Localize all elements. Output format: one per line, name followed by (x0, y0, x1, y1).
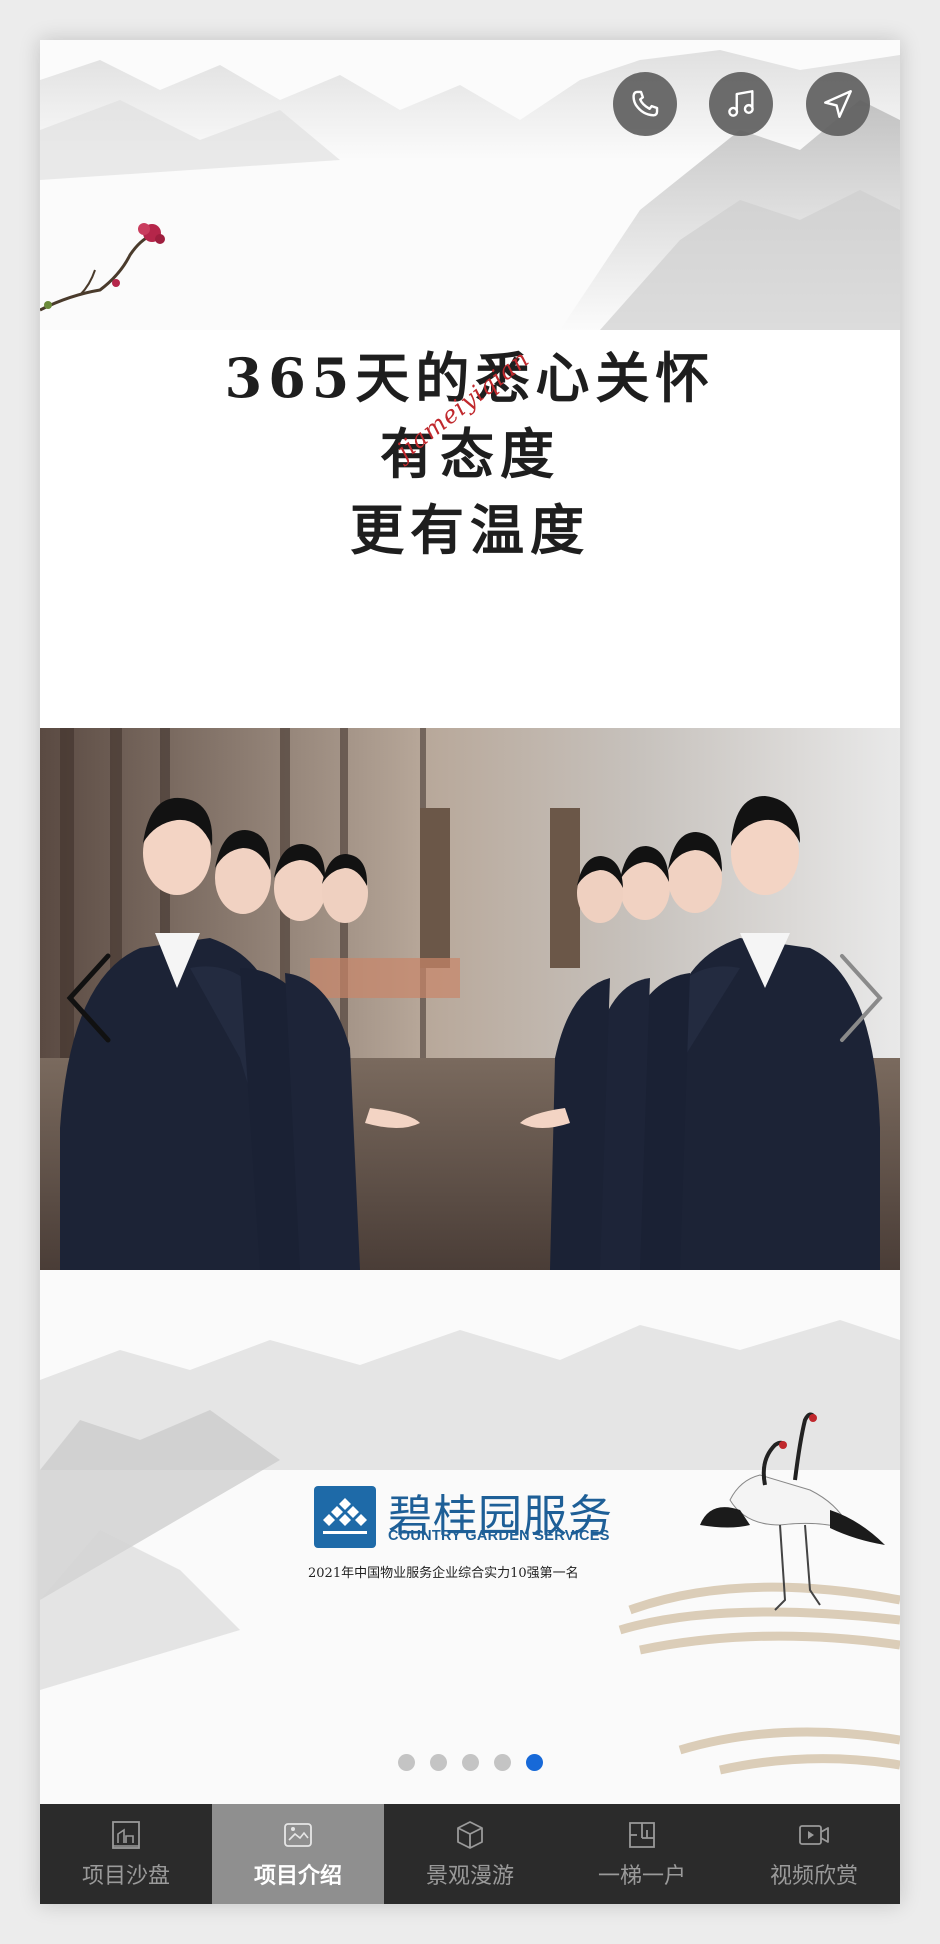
intro-icon (284, 1823, 312, 1847)
carousel-prev-button[interactable] (58, 948, 118, 1048)
tab-label: 项目沙盘 (81, 1864, 170, 1889)
music-button[interactable] (709, 72, 773, 136)
pagination-dot-3[interactable] (461, 1754, 479, 1771)
country-garden-logo-icon (323, 1498, 367, 1534)
navigation-button[interactable] (806, 72, 870, 136)
sandbox-icon (112, 1821, 140, 1849)
brand-tagline: 2021年中国物业服务企业综合实力10强第一名 (308, 1566, 579, 1581)
page-frame: 365天的悉心关怀 有态度 更有温度 jiameiyiqian 碧桂园服务 CO… (40, 40, 900, 1904)
top-mountain-scene (40, 40, 900, 330)
pagination-dot-4[interactable] (493, 1754, 511, 1771)
tab-one-lift-one-unit[interactable]: 一梯一户 (556, 1804, 728, 1904)
tab-video[interactable]: 视频欣赏 (728, 1804, 900, 1904)
image-carousel[interactable] (40, 728, 900, 1270)
tab-landscape-tour[interactable]: 景观漫游 (384, 1804, 556, 1904)
brand-logo (314, 1486, 376, 1548)
plum-blossom-decoration (40, 223, 165, 312)
tab-label: 视频欣赏 (769, 1864, 858, 1889)
chevron-left-icon (66, 953, 111, 1043)
headline-line-3: 更有温度 (350, 498, 590, 562)
phone-icon (632, 90, 659, 117)
navigation-icon (824, 90, 852, 118)
bottom-tab-bar: 项目沙盘 项目介绍 景观漫游 一梯一户 视频欣赏 (40, 1804, 900, 1904)
chevron-right-icon (840, 954, 883, 1042)
pagination-dot-2[interactable] (429, 1754, 447, 1771)
tab-label: 景观漫游 (425, 1864, 514, 1889)
brand-english-name: COUNTRY GARDEN SERVICES (388, 1528, 610, 1544)
carousel-next-button[interactable] (830, 948, 890, 1048)
tab-project-intro[interactable]: 项目介绍 (212, 1804, 384, 1904)
video-icon (799, 1825, 829, 1845)
music-icon (728, 90, 754, 117)
floorplan-icon (629, 1822, 655, 1848)
headline: 365天的悉心关怀 有态度 更有温度 (40, 340, 900, 568)
pagination-dot-1[interactable] (397, 1754, 415, 1771)
staff-photo (40, 728, 900, 1270)
tab-project-sandbox[interactable]: 项目沙盘 (40, 1804, 212, 1904)
tab-label: 项目介绍 (253, 1863, 342, 1889)
carousel-pagination (40, 1754, 900, 1771)
phone-button[interactable] (613, 72, 677, 136)
pagination-dot-5[interactable] (525, 1754, 543, 1771)
tab-label: 一梯一户 (597, 1864, 686, 1889)
headline-line-2: 有态度 (380, 422, 560, 486)
cube-icon (457, 1821, 483, 1849)
